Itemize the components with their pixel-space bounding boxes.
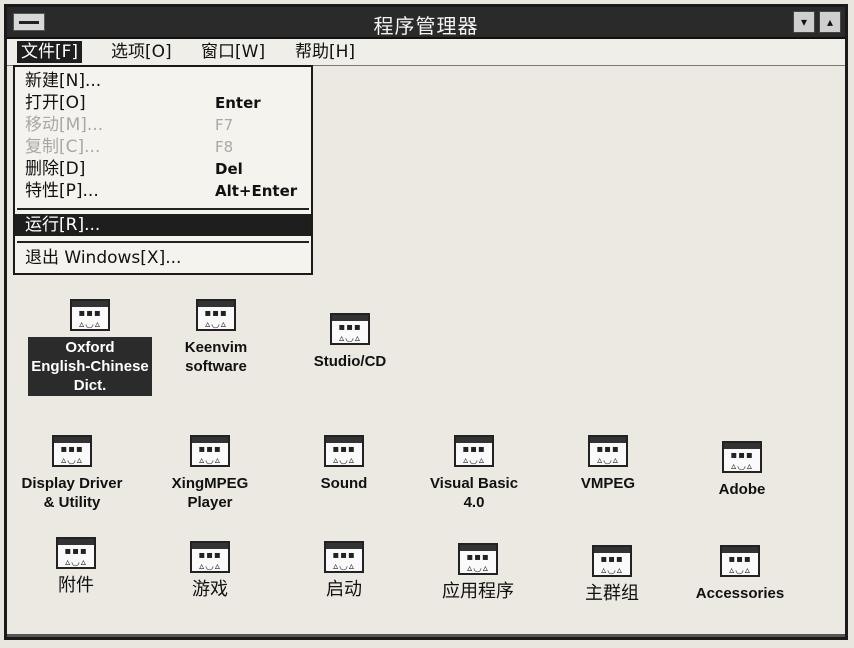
group-label: Visual Basic 4.0 bbox=[429, 475, 519, 511]
menu-item-shortcut: F8 bbox=[215, 138, 234, 156]
program-group-icon: ▪▪▪ ▵◡▵ bbox=[454, 435, 494, 467]
program-group-icon: ▪▪▪ ▵◡▵ bbox=[196, 299, 236, 331]
menu-separator bbox=[17, 241, 309, 243]
program-group-icon: ▪▪▪ ▵◡▵ bbox=[190, 435, 230, 467]
minimize-icon[interactable]: ▾ bbox=[793, 11, 815, 33]
group-sound[interactable]: ▪▪▪ ▵◡▵ Sound bbox=[269, 435, 419, 494]
menu-item-label: 删除[D] bbox=[25, 159, 86, 179]
menu-separator bbox=[17, 208, 309, 210]
program-group-icon: ▪▪▪ ▵◡▵ bbox=[190, 541, 230, 573]
group-label: 启动 bbox=[326, 579, 362, 600]
menu-item-copy: 复制[C]... F8 bbox=[15, 136, 311, 158]
menu-item-label: 移动[M]... bbox=[25, 115, 104, 135]
menu-item-exit-windows[interactable]: 退出 Windows[X]... bbox=[15, 247, 311, 269]
group-label: 主群组 bbox=[585, 583, 639, 604]
menu-item-label: 退出 Windows[X]... bbox=[25, 248, 182, 268]
menu-item-shortcut: Alt+Enter bbox=[215, 182, 298, 200]
group-xingmpeg-player[interactable]: ▪▪▪ ▵◡▵ XingMPEG Player bbox=[135, 435, 285, 513]
group-display-driver[interactable]: ▪▪▪ ▵◡▵ Display Driver & Utility bbox=[7, 435, 147, 513]
group-label: 附件 bbox=[58, 575, 94, 596]
menu-item-label: 运行[R]... bbox=[25, 215, 101, 235]
menu-item-label: 新建[N]... bbox=[25, 71, 102, 91]
group-studio-cd[interactable]: ▪▪▪ ▵◡▵ Studio/CD bbox=[275, 313, 425, 372]
menu-item-shortcut: F7 bbox=[215, 116, 234, 134]
group-applications[interactable]: ▪▪▪ ▵◡▵ 应用程序 bbox=[403, 543, 553, 602]
group-label: XingMPEG Player bbox=[171, 475, 249, 511]
group-label: 应用程序 bbox=[442, 581, 514, 602]
group-label: Keenvim software bbox=[184, 339, 248, 375]
program-manager-window: 程序管理器 ▾ ▴ 文件[F] 选项[O] 窗口[W] 帮助[H] 新建[N].… bbox=[4, 4, 848, 640]
group-label: Accessories bbox=[695, 585, 785, 602]
group-vmpeg[interactable]: ▪▪▪ ▵◡▵ VMPEG bbox=[533, 435, 683, 494]
program-group-icon: ▪▪▪ ▵◡▵ bbox=[592, 545, 632, 577]
group-label: 游戏 bbox=[192, 579, 228, 600]
program-group-icon: ▪▪▪ ▵◡▵ bbox=[70, 299, 110, 331]
group-label: Oxford English-Chinese Dict. bbox=[28, 337, 152, 396]
menu-item-run[interactable]: 运行[R]... bbox=[15, 214, 311, 236]
menu-item-properties[interactable]: 特性[P]... Alt+Enter bbox=[15, 180, 311, 202]
group-accessories[interactable]: ▪▪▪ ▵◡▵ Accessories bbox=[665, 545, 815, 604]
maximize-icon[interactable]: ▴ bbox=[819, 11, 841, 33]
group-startup[interactable]: ▪▪▪ ▵◡▵ 启动 bbox=[269, 541, 419, 600]
menu-item-label: 复制[C]... bbox=[25, 137, 101, 157]
group-label: Adobe bbox=[718, 481, 766, 498]
menu-item-label: 特性[P]... bbox=[25, 181, 99, 201]
menu-options[interactable]: 选项[O] bbox=[107, 41, 176, 63]
title-bar[interactable]: 程序管理器 ▾ ▴ bbox=[7, 7, 845, 39]
group-label: Studio/CD bbox=[313, 353, 387, 370]
menu-window[interactable]: 窗口[W] bbox=[197, 41, 269, 63]
menu-item-move: 移动[M]... F7 bbox=[15, 114, 311, 136]
menu-bar: 文件[F] 选项[O] 窗口[W] 帮助[H] bbox=[7, 39, 845, 66]
program-group-icon: ▪▪▪ ▵◡▵ bbox=[722, 441, 762, 473]
menu-item-new[interactable]: 新建[N]... bbox=[15, 70, 311, 92]
group-adobe[interactable]: ▪▪▪ ▵◡▵ Adobe bbox=[667, 441, 817, 500]
program-group-icon: ▪▪▪ ▵◡▵ bbox=[56, 537, 96, 569]
menu-file[interactable]: 文件[F] bbox=[17, 41, 83, 63]
program-group-icon: ▪▪▪ ▵◡▵ bbox=[324, 541, 364, 573]
group-games[interactable]: ▪▪▪ ▵◡▵ 游戏 bbox=[135, 541, 285, 600]
window-bottom-border bbox=[7, 634, 845, 637]
group-label: VMPEG bbox=[580, 475, 636, 492]
menu-item-label: 打开[O] bbox=[25, 93, 86, 113]
menu-item-shortcut: Del bbox=[215, 160, 243, 178]
program-group-icon: ▪▪▪ ▵◡▵ bbox=[720, 545, 760, 577]
program-group-icon: ▪▪▪ ▵◡▵ bbox=[330, 313, 370, 345]
menu-item-shortcut: Enter bbox=[215, 94, 261, 112]
group-keenvim-software[interactable]: ▪▪▪ ▵◡▵ Keenvim software bbox=[141, 299, 291, 377]
menu-item-delete[interactable]: 删除[D] Del bbox=[15, 158, 311, 180]
file-menu-dropdown: 新建[N]... 打开[O] Enter 移动[M]... F7 复制[C]..… bbox=[13, 65, 313, 275]
group-label: Sound bbox=[320, 475, 368, 492]
window-title: 程序管理器 bbox=[373, 14, 479, 38]
menu-item-open[interactable]: 打开[O] Enter bbox=[15, 92, 311, 114]
program-group-icon: ▪▪▪ ▵◡▵ bbox=[588, 435, 628, 467]
program-group-icon: ▪▪▪ ▵◡▵ bbox=[458, 543, 498, 575]
group-visual-basic[interactable]: ▪▪▪ ▵◡▵ Visual Basic 4.0 bbox=[399, 435, 549, 513]
group-accessories-cn[interactable]: ▪▪▪ ▵◡▵ 附件 bbox=[7, 537, 151, 596]
program-group-icon: ▪▪▪ ▵◡▵ bbox=[324, 435, 364, 467]
program-group-icon: ▪▪▪ ▵◡▵ bbox=[52, 435, 92, 467]
menu-help[interactable]: 帮助[H] bbox=[291, 41, 359, 63]
group-label: Display Driver & Utility bbox=[21, 475, 123, 511]
